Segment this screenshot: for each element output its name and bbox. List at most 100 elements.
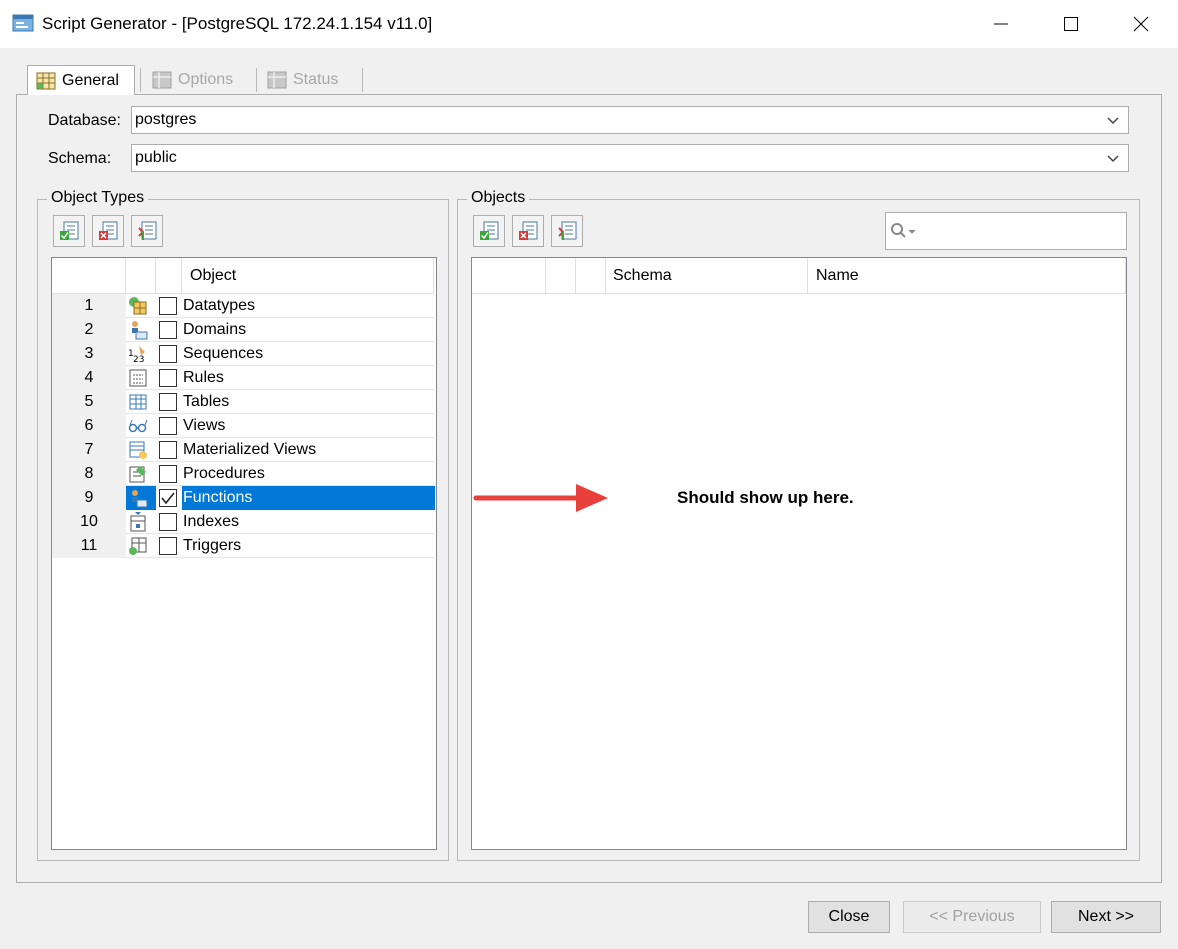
object-type-label: Functions [182,486,435,510]
database-value: postgres [135,111,197,128]
tab-options-label: Options [178,71,234,88]
uncheck-all-icon [519,221,538,240]
check-all-objects-button[interactable] [473,215,505,247]
invert-selection-objects-button[interactable] [551,215,583,247]
database-select[interactable]: postgres [131,106,1129,134]
objects-grid: Schema Name [471,257,1127,850]
object-search-input[interactable] [885,212,1127,250]
tab-status[interactable]: Status [259,66,363,94]
object-type-checkbox[interactable] [159,537,177,555]
name-column-header[interactable]: Name [808,258,1126,294]
object-type-row[interactable]: 1 Datatypes [52,294,434,318]
domain-icon [132,321,148,340]
check-all-icon [480,221,499,240]
close-icon [1133,16,1149,32]
object-type-row[interactable]: 7 Materialized Views [52,438,434,462]
object-type-checkbox[interactable] [159,489,177,507]
window-title: Script Generator - [PostgreSQL 172.24.1.… [42,14,433,33]
view-icon [128,419,148,433]
check-column-header[interactable] [156,258,182,294]
object-type-label: Domains [183,321,247,338]
object-type-checkbox[interactable] [159,441,177,459]
annotation-text: Should show up here. [677,488,854,507]
maximize-icon [1064,17,1078,31]
tab-separator [256,68,257,92]
object-type-checkbox[interactable] [159,369,177,387]
icon-column-header [546,258,576,294]
previous-button[interactable]: << Previous [903,901,1041,933]
objects-title: Objects [467,189,530,207]
close-button[interactable]: Close [808,901,890,933]
minimize-icon [994,23,1008,25]
tab-options[interactable]: Options [144,66,250,94]
object-type-row[interactable]: 4 Rules [52,366,434,390]
object-type-row[interactable]: 6 Views [52,414,434,438]
schema-column-header-label: Schema [613,266,672,284]
object-type-row[interactable]: 3 1 23 Sequences [52,342,434,366]
check-column-header[interactable] [576,258,606,294]
invert-selection-icon [138,221,157,240]
tab-separator [362,68,363,92]
uncheck-all-types-button[interactable] [92,215,124,247]
chevron-down-icon [1107,155,1119,163]
object-type-checkbox[interactable] [159,345,177,363]
object-type-checkbox[interactable] [159,513,177,531]
object-type-row[interactable]: 5 Tables [52,390,434,414]
row-number-header [472,258,546,294]
object-type-label: Rules [183,369,224,386]
uncheck-all-objects-button[interactable] [512,215,544,247]
general-tab-icon [36,72,56,89]
object-type-checkbox[interactable] [159,321,177,339]
object-type-label: Materialized Views [183,441,317,458]
trigger-icon [129,537,147,555]
annotation-arrow-icon [473,484,608,512]
object-type-checkbox[interactable] [159,465,177,483]
schema-column-header[interactable]: Schema [606,258,808,294]
close-window-button[interactable] [1106,0,1176,48]
tab-general[interactable]: General [27,65,135,95]
row-number: 9 [52,486,126,510]
checkmark-icon [161,492,175,505]
chevron-down-icon [1107,117,1119,125]
row-number: 10 [52,510,126,534]
object-type-checkbox[interactable] [159,417,177,435]
index-icon [130,512,146,532]
row-number: 6 [52,414,126,438]
tab-separator [140,68,141,92]
uncheck-all-icon [99,221,118,240]
maximize-button[interactable] [1036,0,1106,48]
object-type-checkbox[interactable] [159,297,177,315]
materialized-view-icon [129,441,147,459]
object-type-label: Triggers [183,537,242,554]
next-button[interactable]: Next >> [1051,901,1161,933]
object-type-row[interactable]: 11 Triggers [52,534,434,558]
object-type-label: Views [183,417,226,434]
object-type-row[interactable]: 8 Procedures [52,462,434,486]
minimize-button[interactable] [966,0,1036,48]
object-type-row[interactable]: 9 Functions [52,486,435,510]
row-divider [126,557,434,558]
sequence-icon: 123 [128,346,145,364]
invert-selection-icon [558,221,577,240]
row-number: 8 [52,462,126,486]
rule-icon [129,369,147,387]
row-number: 2 [52,318,126,342]
options-tab-icon [152,71,172,89]
object-type-checkbox[interactable] [159,393,177,411]
object-column-header[interactable]: Object [182,258,434,294]
object-types-grid: Object 1 Datatypes 2 Domains 3 1 23 Sequences 4 R… [51,257,437,850]
tab-status-label: Status [293,71,339,88]
row-number: 5 [52,390,126,414]
schema-select[interactable]: public [131,144,1129,172]
table-icon [129,394,147,410]
database-label: Database: [48,112,121,129]
row-number: 1 [52,294,126,318]
script-generator-app-icon [12,14,34,32]
object-type-row[interactable]: 2 Domains [52,318,434,342]
check-all-types-button[interactable] [53,215,85,247]
object-type-label: Sequences [183,345,264,362]
icon-column-header [126,258,156,294]
check-all-icon [60,221,79,240]
object-type-row[interactable]: 10 Indexes [52,510,434,534]
invert-selection-types-button[interactable] [131,215,163,247]
